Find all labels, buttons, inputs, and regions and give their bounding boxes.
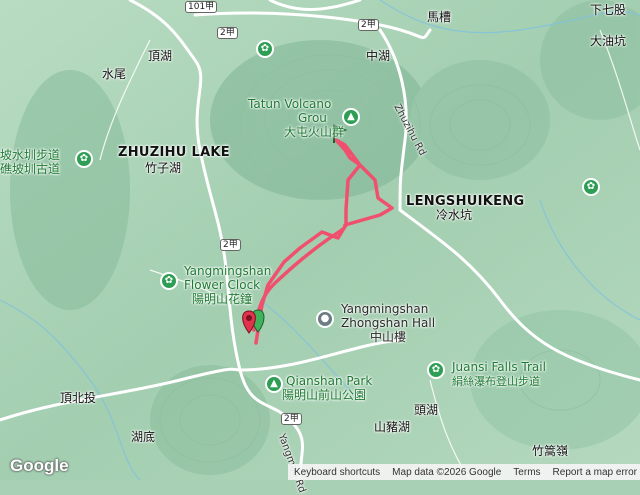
- google-logo: Google: [10, 456, 69, 475]
- terms-link[interactable]: Terms: [507, 467, 546, 478]
- label-mazao: 馬槽: [427, 10, 452, 24]
- label-flower-en-1: Yangmingshan: [184, 264, 272, 278]
- flower-clock-icon[interactable]: ✿: [160, 272, 178, 290]
- park-icon-right[interactable]: ✿: [582, 178, 600, 196]
- zhongshan-hall-icon[interactable]: ●: [316, 310, 334, 328]
- label-tatun-zh: 大屯火山群: [284, 125, 345, 139]
- label-tatun-en-1: Tatun Volcano: [248, 97, 332, 111]
- label-zhuxianling: 竹篙嶺: [532, 444, 569, 458]
- label-dinghu: 頂湖: [148, 49, 173, 63]
- label-zhonghu: 中湖: [366, 49, 391, 63]
- label-flower-en-2: Flower Clock: [184, 278, 261, 292]
- label-zhuzihu-zh: 竹子湖: [145, 161, 182, 175]
- route-shield-2jia-b: 2甲: [358, 19, 379, 31]
- label-lengshuikeng-en: LENGSHUIKENG: [406, 194, 525, 209]
- label-tatun-en-2: Grou: [298, 111, 327, 125]
- label-zhongshan-en-1: Yangmingshan: [341, 302, 429, 316]
- label-xiaqigu: 下七股: [590, 3, 627, 17]
- label-shuiwei: 水尾: [102, 67, 127, 81]
- label-zhongshan-zh: 中山樓: [370, 330, 407, 344]
- mountain-icon-tatun[interactable]: ▲: [342, 108, 360, 126]
- juansi-falls-icon[interactable]: ✿: [427, 361, 445, 379]
- label-toufu: 頭湖: [414, 403, 439, 417]
- label-juansi-zh: 絹絲瀑布登山步道: [452, 375, 540, 388]
- label-lengshuikeng-zh: 冷水坑: [436, 208, 473, 222]
- label-zhongshan-en-2: Zhongshan Hall: [341, 316, 436, 330]
- map-canvas[interactable]: [0, 0, 640, 480]
- route-shield-2jia-a: 2甲: [217, 27, 238, 39]
- map-footer: Keyboard shortcuts Map data ©2026 Google…: [288, 464, 640, 480]
- label-trail-left-1: 坡水圳步道: [0, 148, 61, 162]
- label-trail-left-2: 礁坡圳古道: [0, 162, 61, 176]
- label-dingbeitou: 頂北投: [60, 391, 97, 405]
- route-shield-2jia-d: 2甲: [281, 413, 302, 425]
- label-qianshan-en: Qianshan Park: [286, 374, 373, 388]
- route-shield-2jia-c: 2甲: [220, 239, 241, 251]
- route-shield-101: 101甲: [185, 1, 218, 13]
- report-error-link[interactable]: Report a map error: [547, 467, 640, 478]
- map-data-text: Map data ©2026 Google: [392, 466, 502, 478]
- label-zhuzihu-en: ZHUZIHU LAKE: [118, 145, 230, 160]
- qianshan-park-icon[interactable]: ▲: [265, 375, 283, 393]
- label-hudi: 湖底: [131, 430, 156, 444]
- label-shanzhuhu: 山豬湖: [374, 420, 411, 434]
- label-flower-zh: 陽明山花鐘: [192, 292, 253, 306]
- park-icon-left[interactable]: ✿: [75, 150, 93, 168]
- label-dayoukeng: 大油坑: [590, 34, 627, 48]
- park-icon-top[interactable]: ✿: [256, 40, 274, 58]
- label-qianshan-zh: 陽明山前山公園: [282, 388, 367, 402]
- label-juansi-en: Juansi Falls Trail: [452, 360, 546, 374]
- keyboard-shortcuts-link[interactable]: Keyboard shortcuts: [288, 467, 386, 478]
